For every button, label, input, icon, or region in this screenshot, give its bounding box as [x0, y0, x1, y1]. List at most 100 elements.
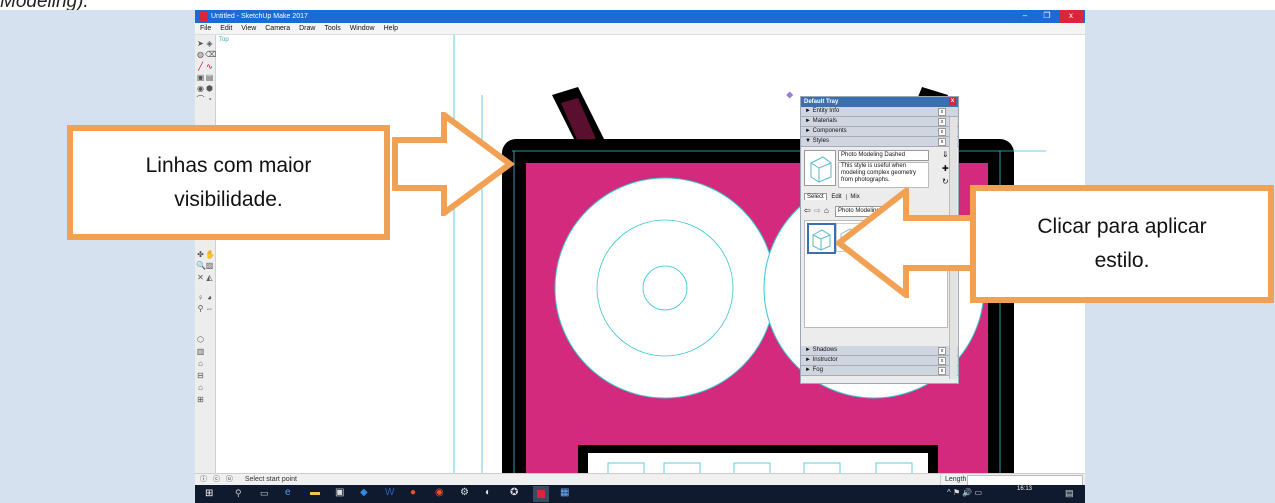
store-icon[interactable]: ▣ [335, 487, 344, 498]
freehand-tool-icon[interactable]: ∿ [205, 62, 214, 71]
section-close-icon[interactable]: x [938, 108, 946, 116]
credits-icon[interactable]: ⓒ [213, 476, 220, 483]
iso-view-icon[interactable]: ⬡ [196, 335, 205, 344]
callout-right: Clicar para aplicar estilo. [970, 185, 1274, 303]
walk-icon[interactable]: ⚲ [196, 304, 205, 313]
back-arrow-icon[interactable]: ⇦ [804, 206, 811, 215]
section-plane-icon[interactable]: ⇔ [205, 304, 214, 313]
arrow-shape-right [392, 112, 516, 216]
menu-draw[interactable]: Draw [299, 25, 315, 32]
create-style-icon[interactable]: ✚ [942, 164, 949, 173]
section-close-icon[interactable]: x [938, 347, 946, 355]
zoom-window-icon[interactable]: ▨ [205, 261, 214, 270]
back-view-icon[interactable]: ⌂ [196, 383, 205, 392]
tray-close-button[interactable]: x [949, 98, 956, 105]
edge-icon[interactable]: e [285, 487, 291, 498]
section-shadows[interactable]: ► Shadows x [801, 346, 958, 356]
refresh-icon[interactable]: ↻ [942, 177, 949, 186]
top-view-icon[interactable]: ▥ [196, 347, 205, 356]
sketchup-taskbar-button[interactable] [533, 486, 549, 502]
menu-help[interactable]: Help [384, 25, 398, 32]
paint-bucket-icon[interactable]: ◍ [196, 50, 205, 59]
app-icon-3[interactable]: ✪ [510, 487, 518, 498]
minimize-button[interactable]: – [1015, 10, 1035, 23]
section-fog[interactable]: ► Fog x [801, 366, 958, 376]
menu-camera[interactable]: Camera [265, 25, 290, 32]
select-tool-icon[interactable]: ➤ [196, 39, 205, 48]
right-view-icon[interactable]: ⊟ [196, 371, 205, 380]
forward-arrow-icon[interactable]: ⇨ [814, 206, 821, 215]
search-icon[interactable]: ⚲ [235, 488, 242, 499]
section-close-icon[interactable]: x [938, 357, 946, 365]
section-components[interactable]: ► Components x [801, 127, 958, 137]
arrow-shape-left [836, 188, 976, 298]
callout-right-line2: estilo. [1094, 249, 1150, 272]
geolocation-icon[interactable]: ⓘ [200, 476, 207, 483]
section-close-icon[interactable]: x [938, 118, 946, 126]
firefox-icon[interactable]: ● [410, 487, 416, 498]
app-icon-2[interactable]: ◐ [485, 487, 491, 498]
section-close-icon[interactable]: x [938, 138, 946, 146]
maximize-button[interactable]: ❐ [1037, 10, 1057, 23]
orbit-icon[interactable]: ✤ [196, 250, 205, 259]
eraser-icon[interactable]: ⌫ [205, 50, 216, 59]
look-around-icon[interactable]: ◕ [205, 293, 214, 302]
settings-gear-icon[interactable]: ⚙ [460, 487, 469, 498]
pan-icon[interactable]: ✋ [205, 250, 215, 259]
section-styles[interactable]: ▼ Styles x [801, 137, 958, 147]
rectangle-tool-icon[interactable]: ▣ [196, 73, 205, 82]
window-title: Untitled - SketchUp Make 2017 [211, 13, 308, 20]
section-materials[interactable]: ► Materials x [801, 117, 958, 127]
callout-left-line2: visibilidade. [174, 187, 283, 211]
title-bar: Untitled - SketchUp Make 2017 – ❐ x [195, 10, 1085, 23]
front-view-icon[interactable]: ⌂ [196, 359, 205, 368]
previous-view-icon[interactable]: ◭ [205, 273, 214, 282]
notification-icon[interactable]: ▤ [1065, 488, 1074, 499]
menu-tools[interactable]: Tools [324, 25, 340, 32]
tray-bottom-sections: ► Shadows x ► Instructor x ► Fog x [801, 346, 958, 376]
app-icon[interactable]: ◆ [360, 487, 368, 498]
style-name-field[interactable]: Photo Modeling Dashed [838, 150, 929, 161]
left-view-icon[interactable]: ⊞ [196, 395, 205, 404]
chrome-icon[interactable]: ◉ [435, 487, 444, 498]
menu-window[interactable]: Window [350, 25, 375, 32]
section-close-icon[interactable]: x [938, 367, 946, 375]
menu-file[interactable]: File [200, 25, 211, 32]
menu-bar: File Edit View Camera Draw Tools Window … [195, 23, 1085, 35]
component-tool-icon[interactable]: ◈ [205, 39, 214, 48]
section-entity-info[interactable]: ► Entity Info x [801, 107, 958, 117]
rotated-rectangle-icon[interactable]: ▤ [205, 73, 214, 82]
close-button[interactable]: x [1059, 10, 1083, 23]
zoom-extents-icon[interactable]: ✕ [196, 273, 205, 282]
callout-right-line1: Clicar para aplicar [1037, 215, 1207, 238]
task-view-icon[interactable]: ▭ [260, 488, 269, 499]
callout-left-line1: Linhas com maior [145, 153, 312, 177]
circle-tool-icon[interactable]: ◉ [196, 84, 205, 93]
pie-tool-icon[interactable]: ◔ [205, 95, 214, 104]
tab-select[interactable]: Select [804, 193, 827, 200]
windows-start-icon[interactable]: ⊞ [205, 488, 213, 499]
callout-left-text: Linhas com maior visibilidade. [146, 149, 312, 217]
windows-taskbar: ⊞ ⚲ ▭ e ▬ ▣ ◆ W ● ◉ ⚙ ◐ ✪ ▦ ^ ⚑ 🔊 ▭ 16:1… [195, 485, 1085, 503]
menu-view[interactable]: View [241, 25, 256, 32]
tray-title-bar[interactable]: Default Tray x [801, 97, 958, 107]
position-camera-icon[interactable]: ♀ [196, 293, 205, 302]
style-thumbnail-selected[interactable] [807, 223, 836, 254]
home-icon[interactable]: ⌂ [824, 206, 829, 215]
polygon-tool-icon[interactable]: ⬢ [205, 84, 214, 93]
app-icon-4[interactable]: ▦ [560, 487, 569, 498]
sketchup-logo-icon [199, 12, 208, 21]
zoom-icon[interactable]: 🔍 [196, 261, 206, 270]
system-tray-icons[interactable]: ^ ⚑ 🔊 ▭ [947, 488, 982, 497]
menu-edit[interactable]: Edit [220, 25, 232, 32]
word-icon[interactable]: W [385, 487, 394, 498]
user-icon[interactable]: ⓤ [226, 476, 233, 483]
right-callout-arrow [836, 188, 976, 298]
arc-tool-icon[interactable]: ⌒ [196, 95, 205, 104]
file-explorer-icon[interactable]: ▬ [310, 487, 320, 498]
update-style-icon[interactable]: ⇓ [942, 150, 949, 159]
section-close-icon[interactable]: x [938, 128, 946, 136]
line-tool-icon[interactable]: ╱ [196, 62, 205, 71]
style-thumbnail-large [804, 150, 836, 186]
section-instructor[interactable]: ► Instructor x [801, 356, 958, 366]
